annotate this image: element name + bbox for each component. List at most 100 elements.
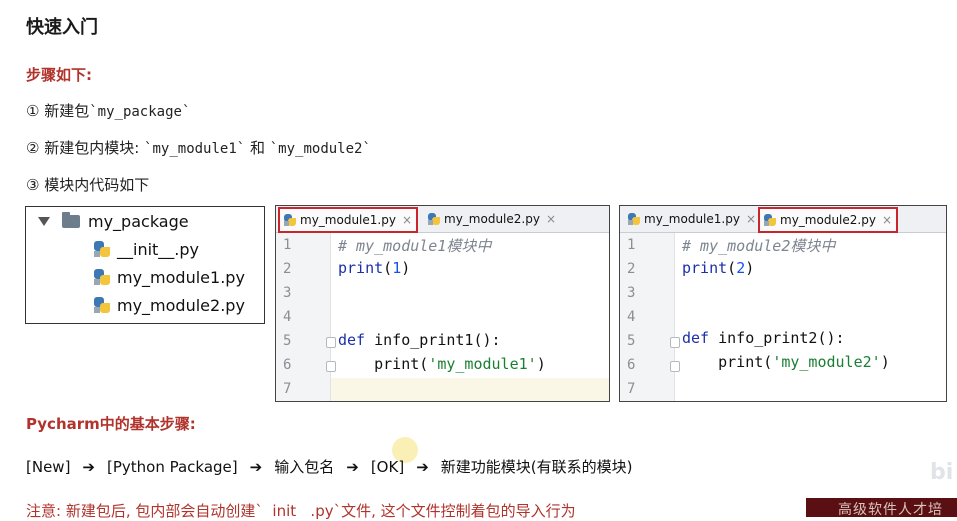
tree-file-init[interactable]: __init__.py (94, 238, 199, 260)
code-number: 2 (736, 259, 746, 277)
code-punct: ( (383, 259, 393, 277)
line-number: 2 (283, 261, 292, 277)
pycharm-steps-heading: Pycharm中的基本步骤: (26, 415, 196, 433)
editor-tab-bar: my_module1.py × my_module2.py × (276, 206, 609, 233)
step-code: `my_module1` (144, 141, 246, 157)
tab-label: my_module1.py (300, 213, 396, 227)
code-punct: ) (880, 353, 890, 371)
code-line[interactable]: def info_print1(): (338, 331, 501, 349)
step-1: ① 新建包`my_package` (26, 100, 190, 121)
arrow-right-icon: ➔ (82, 457, 95, 476)
step-code: `my_module2` (269, 141, 371, 157)
code-editor-module2: my_module1.py × my_module2.py × 1 2 3 4 … (619, 205, 947, 402)
editor-tab-bar: my_module1.py × my_module2.py × (620, 206, 946, 233)
code-builtin: print (338, 259, 384, 277)
line-number: 5 (627, 333, 636, 349)
tab-label: my_module1.py (644, 212, 740, 226)
triangle-down-icon[interactable] (38, 216, 50, 226)
code-text: info_print2(): (709, 329, 845, 347)
code-punct: ( (727, 259, 737, 277)
flow-step-new: [New] (26, 457, 71, 476)
line-number-gutter: 1 2 3 4 5 6 7 (620, 233, 675, 401)
fold-marker-icon[interactable] (670, 361, 680, 372)
page-title: 快速入门 (26, 17, 98, 38)
fold-marker-icon[interactable] (326, 361, 336, 372)
close-icon[interactable]: × (402, 213, 412, 227)
flow-step-enter-name: 输入包名 (274, 458, 335, 476)
python-file-icon (94, 241, 110, 257)
step-text: 和 (245, 139, 270, 157)
flow-step-python-package: [Python Package] (107, 457, 238, 476)
code-text: print( (682, 353, 773, 371)
project-tree: my_package __init__.py my_module1.py my_… (25, 206, 265, 324)
tab-label: my_module2.py (444, 212, 540, 226)
code-punct: ) (536, 355, 546, 373)
code-string: 'my_module2' (772, 353, 881, 371)
code-line[interactable]: def info_print2(): (682, 329, 845, 347)
close-icon[interactable]: × (546, 212, 556, 226)
code-line[interactable]: # my_module1模块中 (338, 235, 491, 256)
python-file-icon (628, 213, 640, 225)
tree-file-my-module1[interactable]: my_module1.py (94, 266, 245, 288)
tree-file-label: __init__.py (117, 239, 200, 259)
step-text: 新建包内模块: (39, 139, 145, 157)
flow-step-new-module: 新建功能模块(有联系的模块) (440, 458, 633, 476)
step-marker: ③ (26, 176, 40, 194)
code-editor-module1: my_module1.py × my_module2.py × 1 2 3 4 … (275, 205, 610, 402)
arrow-right-icon: ➔ (416, 457, 429, 476)
code-punct: ) (745, 259, 755, 277)
python-file-icon (94, 297, 110, 313)
python-file-icon (284, 214, 296, 226)
tab-my-module2[interactable]: my_module2.py × (424, 208, 560, 230)
code-line[interactable]: print('my_module1') (338, 355, 546, 373)
tree-file-my-module2[interactable]: my_module2.py (94, 294, 245, 316)
code-line[interactable]: print(2) (682, 259, 754, 277)
python-file-icon (764, 214, 776, 226)
code-text: print( (338, 355, 429, 373)
step-marker: ② (26, 139, 40, 157)
pycharm-flow: [New] ➔ [Python Package] ➔ 输入包名 ➔ [OK] ➔… (26, 456, 632, 477)
line-number: 1 (627, 237, 636, 253)
code-keyword: def (682, 329, 710, 347)
line-number: 3 (283, 285, 292, 301)
folder-icon (62, 211, 80, 228)
tab-my-module1[interactable]: my_module1.py × (278, 207, 418, 233)
step-3: ③ 模块内代码如下 (26, 174, 149, 195)
line-number: 7 (283, 381, 292, 397)
close-icon[interactable]: × (746, 212, 756, 226)
footer-banner-text: 高级软件人才培 (838, 502, 943, 518)
code-string: 'my_module1' (428, 355, 537, 373)
close-icon[interactable]: × (882, 213, 892, 227)
code-comment: # my_module1模块中 (338, 237, 492, 255)
code-line[interactable]: print('my_module2') (682, 353, 890, 371)
note-text: 注意: 新建包后, 包内部会自动创建` init .py`文件, 这个文件控制着… (26, 502, 576, 520)
step-text: 新建包 (39, 102, 90, 120)
arrow-right-icon: ➔ (249, 457, 263, 476)
steps-heading: 步骤如下: (26, 66, 92, 84)
code-line[interactable]: print(1) (338, 259, 410, 277)
line-number: 5 (283, 333, 292, 349)
tab-my-module1[interactable]: my_module1.py × (624, 208, 760, 230)
code-keyword: def (338, 331, 366, 349)
current-line-highlight (331, 378, 609, 401)
flow-step-ok: [OK] (370, 457, 405, 476)
line-number: 7 (627, 381, 636, 397)
fold-marker-icon[interactable] (670, 337, 680, 348)
python-file-icon (94, 269, 110, 285)
code-builtin: print (682, 259, 728, 277)
line-number: 3 (627, 285, 636, 301)
code-text: info_print1(): (365, 331, 501, 349)
arrow-right-icon: ➔ (346, 457, 359, 476)
fold-marker-icon[interactable] (326, 337, 336, 348)
code-comment: # my_module2模块中 (682, 237, 836, 255)
line-number: 6 (627, 357, 636, 373)
tree-folder-label: my_package (88, 211, 189, 231)
line-number: 1 (283, 237, 292, 253)
tab-my-module2[interactable]: my_module2.py × (758, 207, 898, 233)
code-number: 1 (392, 259, 402, 277)
tab-label: my_module2.py (780, 213, 876, 227)
line-number: 4 (627, 309, 636, 325)
code-punct: ) (401, 259, 411, 277)
tree-folder-my-package[interactable]: my_package (38, 210, 189, 232)
code-line[interactable]: # my_module2模块中 (682, 235, 835, 256)
